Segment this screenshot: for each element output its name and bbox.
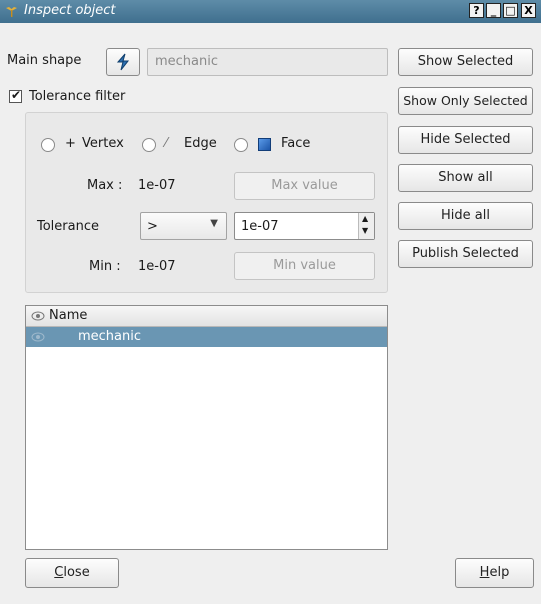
tolerance-filter-checkbox[interactable]: ✔: [9, 88, 22, 103]
vertex-symbol-icon: +: [65, 136, 76, 151]
spin-down-icon[interactable]: ▼: [362, 226, 368, 235]
tolerance-filter-label: Tolerance filter: [29, 89, 126, 104]
tree-row-mechanic[interactable]: mechanic: [26, 327, 387, 347]
publish-selected-label: Publish Selected: [412, 246, 519, 261]
vertex-label: Vertex: [82, 136, 124, 151]
tolerance-label: Tolerance: [37, 219, 99, 234]
max-label: Max :: [87, 178, 123, 193]
tree-row-label: mechanic: [78, 329, 142, 344]
checkmark-icon: ✔: [11, 88, 22, 102]
close-rest: lose: [63, 565, 90, 580]
show-selected-label: Show Selected: [417, 54, 514, 69]
window-title: Inspect object: [24, 3, 116, 18]
help-window-button[interactable]: ?: [469, 3, 484, 18]
min-value-button[interactable]: Min value: [234, 252, 375, 280]
min-label: Min :: [89, 259, 121, 274]
show-only-selected-label: Show Only Selected: [403, 93, 528, 108]
main-shape-label: Main shape: [7, 53, 82, 68]
title-bar[interactable]: Inspect object ? _ □ X: [0, 0, 541, 23]
tolerance-value: 1e-07: [241, 219, 279, 234]
min-value: 1e-07: [138, 259, 176, 274]
show-all-button[interactable]: Show all: [398, 164, 533, 192]
show-only-selected-button[interactable]: Show Only Selected: [398, 87, 533, 115]
select-shape-button[interactable]: [106, 48, 140, 76]
max-value-button-label: Max value: [271, 178, 338, 193]
name-column-header[interactable]: Name: [49, 308, 87, 323]
close-button[interactable]: Close: [25, 558, 119, 588]
operator-select[interactable]: > ▼: [140, 212, 227, 240]
eye-icon: [31, 311, 45, 321]
publish-selected-button[interactable]: Publish Selected: [398, 240, 533, 268]
hide-all-button[interactable]: Hide all: [398, 202, 533, 230]
help-rest: elp: [489, 565, 510, 580]
shape-tree[interactable]: Name mechanic: [25, 305, 388, 550]
face-radio[interactable]: [234, 138, 248, 152]
hide-all-label: Hide all: [441, 208, 490, 223]
hide-selected-label: Hide Selected: [420, 132, 511, 147]
tree-header[interactable]: Name: [26, 306, 387, 327]
face-swatch-icon: [258, 138, 271, 151]
max-value-button[interactable]: Max value: [234, 172, 375, 200]
chevron-down-icon: ▼: [210, 218, 218, 229]
hide-selected-button[interactable]: Hide Selected: [398, 126, 533, 154]
help-mnemonic: H: [479, 565, 490, 580]
max-value: 1e-07: [138, 178, 176, 193]
close-button-label: Close: [54, 559, 89, 587]
spin-buttons[interactable]: ▲ ▼: [358, 213, 374, 239]
help-button-label: Help: [480, 559, 510, 587]
arrow-cursor-icon: [116, 53, 130, 71]
main-shape-field[interactable]: mechanic: [147, 48, 388, 76]
vertex-radio[interactable]: [41, 138, 55, 152]
help-button[interactable]: Help: [455, 558, 534, 588]
show-all-label: Show all: [438, 170, 493, 185]
edge-label: Edge: [184, 136, 217, 151]
spin-up-icon[interactable]: ▲: [362, 214, 368, 223]
edge-symbol-icon: ⁄: [165, 136, 168, 151]
app-icon: [6, 7, 17, 17]
visibility-eye-icon[interactable]: [31, 332, 45, 342]
close-mnemonic: C: [54, 565, 64, 580]
minimize-button[interactable]: _: [486, 3, 501, 18]
show-selected-button[interactable]: Show Selected: [398, 48, 533, 76]
close-window-button[interactable]: X: [521, 3, 536, 18]
tolerance-spinbox[interactable]: 1e-07 ▲ ▼: [234, 212, 375, 240]
operator-value: >: [147, 219, 158, 234]
edge-radio[interactable]: [142, 138, 156, 152]
maximize-button[interactable]: □: [503, 3, 518, 18]
min-value-button-label: Min value: [273, 258, 336, 273]
face-label: Face: [281, 136, 311, 151]
